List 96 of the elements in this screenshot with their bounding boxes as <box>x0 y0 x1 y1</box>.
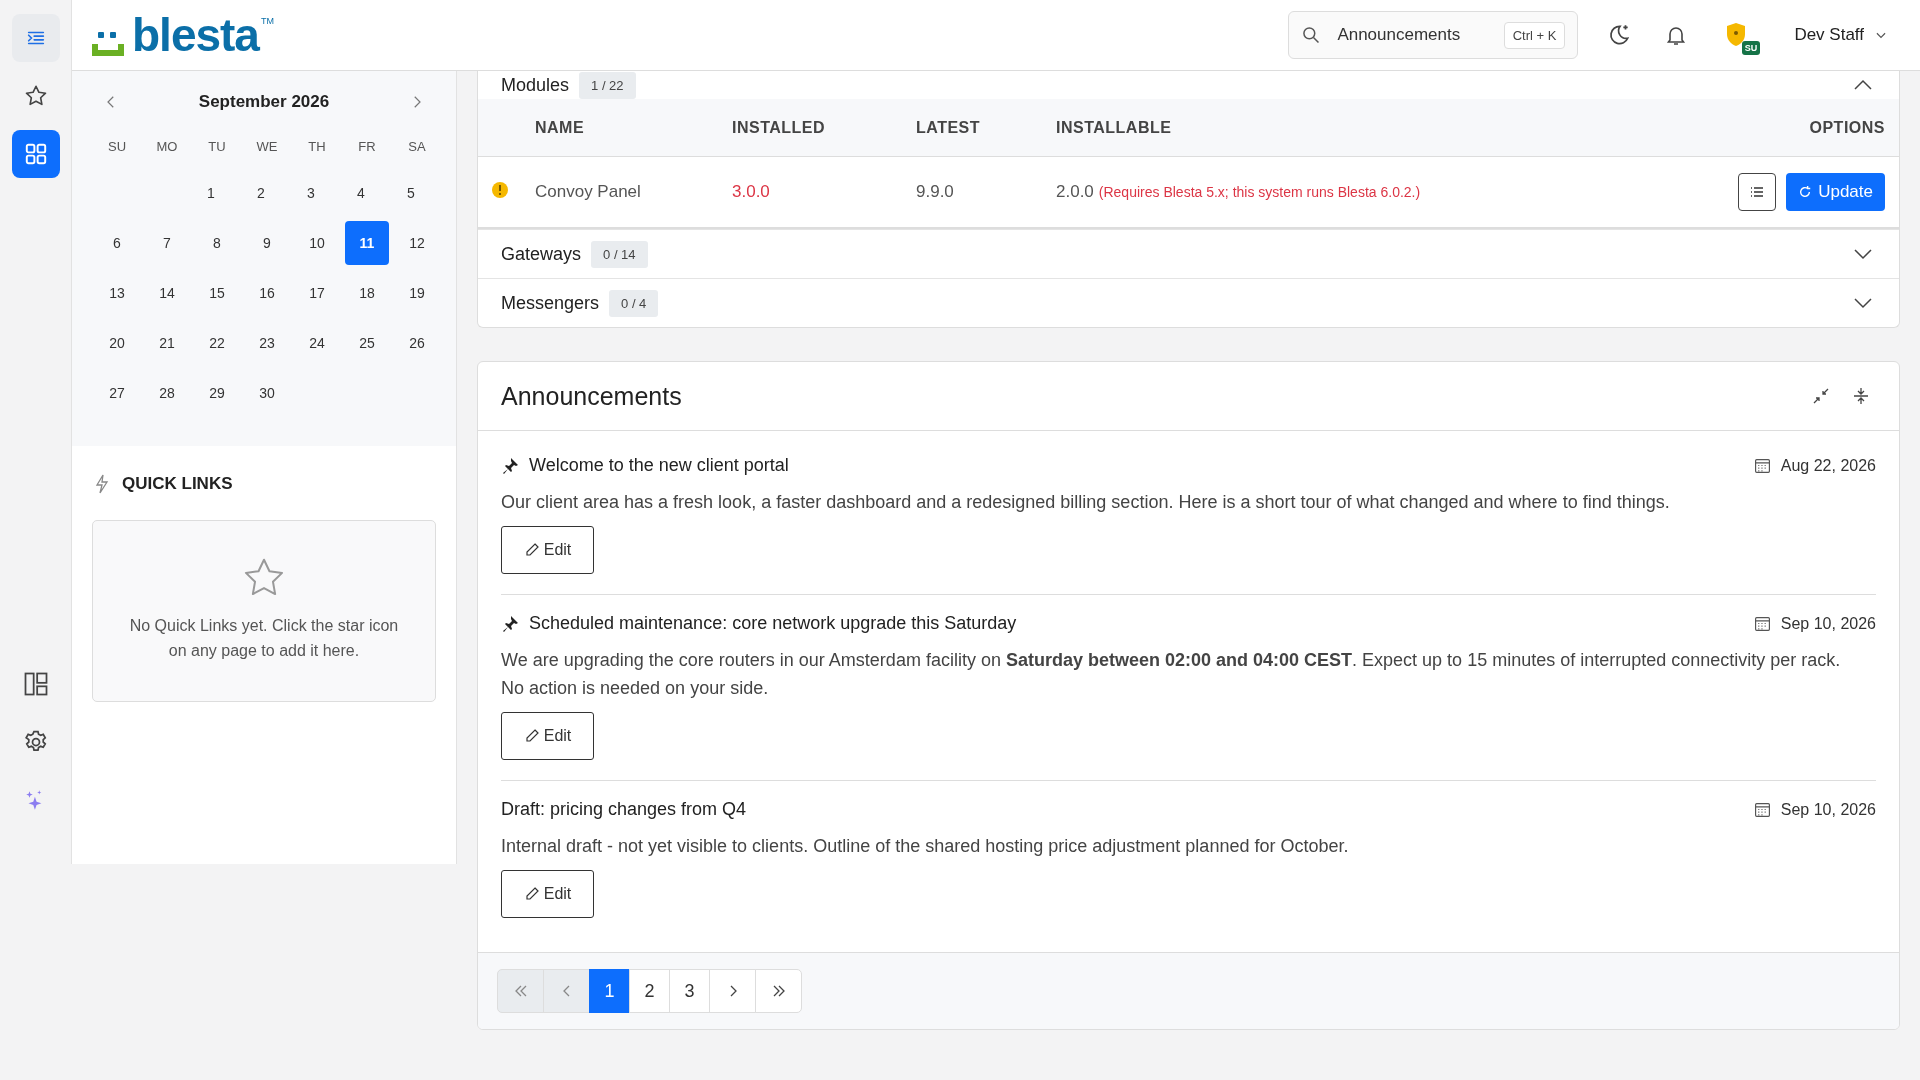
announcement-text: We are upgrading the core routers in our Amsterdam facility on Saturday between 02:00 and 04:00 CEST. Expect up to 15 minutes of interrupted connectivity per rack. No action is needed on your side. <box>501 649 1842 700</box>
calendar-day[interactable]: 14 <box>145 271 189 315</box>
page-button[interactable]: 2 <box>629 969 670 1013</box>
sidebar-nav-button[interactable] <box>11 14 60 62</box>
edit-button[interactable]: Edit <box>501 712 594 760</box>
weekday-label: TH <box>307 139 327 154</box>
calendar-day[interactable]: 12 <box>395 221 439 265</box>
calendar-day[interactable]: 21 <box>145 321 189 365</box>
calendar-day[interactable]: 8 <box>195 221 239 265</box>
calendar-day[interactable]: 30 <box>245 371 289 415</box>
calendar-day[interactable]: 29 <box>195 371 239 415</box>
announcement-text: Our client area has a fresh look, a faster dashboard and a redesigned billing section. Here is a short tour of what changed and where to find things. <box>501 491 1671 514</box>
search-box[interactable]: Announcements Ctrl + K <box>1288 11 1579 59</box>
collapse-vertical-icon <box>1851 386 1871 406</box>
calendar-icon <box>1753 457 1771 474</box>
column-header: LATEST <box>916 118 982 137</box>
column-header: INSTALLED <box>732 118 827 137</box>
calendar-day[interactable]: 3 <box>289 171 333 215</box>
calendar-day[interactable]: 23 <box>245 321 289 365</box>
details-button[interactable] <box>1738 173 1777 211</box>
edit-button[interactable]: Edit <box>501 870 594 918</box>
table-cell-text: 3.0.0 <box>732 182 771 202</box>
refresh-icon <box>1798 185 1813 199</box>
count-badge: 1 / 22 <box>579 71 636 99</box>
calendar-day[interactable]: 4 <box>339 171 383 215</box>
empty-state-text: No Quick Links yet. Click the star icon on any page to add it here. <box>128 616 400 661</box>
calendar-day[interactable]: 28 <box>145 371 189 415</box>
column-header: NAME <box>535 118 586 137</box>
announcement-title: Draft: pricing changes from Q4 <box>501 799 748 820</box>
calendar-day[interactable]: 17 <box>295 271 339 315</box>
shortcut-hint: Ctrl + K <box>1503 21 1566 49</box>
announcement-title: Scheduled maintenance: core network upgrade this Saturday <box>529 613 1018 634</box>
count-badge: 0 / 4 <box>609 289 659 317</box>
announcement-date: Sep 10, 2026 <box>1780 800 1876 819</box>
weekday-label: TU <box>207 139 227 154</box>
calendar-day[interactable]: 18 <box>345 271 389 315</box>
sidebar-nav-button[interactable] <box>11 130 60 178</box>
calendar-day[interactable]: 2 <box>239 171 283 215</box>
calendar-day[interactable]: 24 <box>295 321 339 365</box>
weekday-label: WE <box>255 139 279 154</box>
pencil-icon <box>523 886 540 902</box>
search-input[interactable]: Announcements <box>1335 24 1490 46</box>
weekday-label: MO <box>155 139 179 154</box>
calendar-day[interactable]: 25 <box>345 321 389 365</box>
edit-button[interactable]: Edit <box>501 526 594 574</box>
section-title: QUICK LINKS <box>122 474 233 494</box>
calendar-day[interactable]: 22 <box>195 321 239 365</box>
calendar-day[interactable]: 7 <box>145 221 189 265</box>
calendar-day[interactable]: 10 <box>295 221 339 265</box>
lightning-icon <box>94 474 110 494</box>
search-icon <box>1301 25 1322 45</box>
month-title: September 2026 <box>198 92 330 112</box>
calendar-day[interactable]: 1 <box>189 171 233 215</box>
compress-icon <box>1811 386 1831 406</box>
update-button[interactable]: Update <box>1786 173 1885 211</box>
column-header: INSTALLABLE <box>1056 118 1173 137</box>
calendar-day[interactable]: 5 <box>389 171 433 215</box>
table-cell-text: Convoy Panel <box>535 182 642 202</box>
weekday-label: FR <box>357 139 377 154</box>
count-badge: 0 / 14 <box>591 240 648 268</box>
pencil-icon <box>523 542 540 558</box>
pagination-arrow-button[interactable] <box>543 969 590 1013</box>
calendar-day[interactable]: 26 <box>395 321 439 365</box>
announcement-text: Internal draft - not yet visible to clients. Outline of the shared hosting price adjustment planned for October. <box>501 835 1350 858</box>
list-icon <box>1749 184 1766 200</box>
weekday-label: SU <box>106 139 128 154</box>
group-title: Gateways <box>501 243 582 265</box>
calendar-day[interactable]: 15 <box>195 271 239 315</box>
pencil-icon <box>523 728 540 744</box>
calendar-day[interactable]: 19 <box>395 271 439 315</box>
calendar-day[interactable]: 11 <box>345 221 389 265</box>
role-badge: SU <box>1741 41 1761 55</box>
user-menu-button[interactable]: Dev Staff <box>1788 24 1894 46</box>
table-cell-text: 9.9.0 <box>916 182 955 202</box>
calendar-day[interactable]: 20 <box>95 321 139 365</box>
calendar-day[interactable]: 9 <box>245 221 289 265</box>
calendar-day[interactable]: 6 <box>95 221 139 265</box>
card-title: Announcements <box>501 381 683 411</box>
trademark-mark: TM <box>260 16 274 26</box>
logo-text: blesta <box>132 12 259 58</box>
page-button[interactable]: 1 <box>589 969 630 1013</box>
calendar-icon <box>1753 801 1771 818</box>
announcement-date: Sep 10, 2026 <box>1780 614 1876 633</box>
calendar-icon <box>1753 615 1771 632</box>
calendar-day[interactable]: 16 <box>245 271 289 315</box>
weekday-label: SA <box>407 139 427 154</box>
calendar-day[interactable]: 13 <box>95 271 139 315</box>
warning-note: (Requires Blesta 5.x; this system runs Blesta 6.0.2.) <box>1098 184 1421 200</box>
announcement-date: Aug 22, 2026 <box>1780 456 1876 475</box>
announcement-title: Welcome to the new client portal <box>529 455 790 476</box>
group-title: Modules <box>501 74 570 96</box>
calendar-day[interactable]: 27 <box>95 371 139 415</box>
table-cell: 2.0.0 <box>1056 182 1094 202</box>
column-header: OPTIONS <box>1809 118 1885 137</box>
page-button[interactable]: 3 <box>669 969 710 1013</box>
group-title: Messengers <box>501 292 600 314</box>
